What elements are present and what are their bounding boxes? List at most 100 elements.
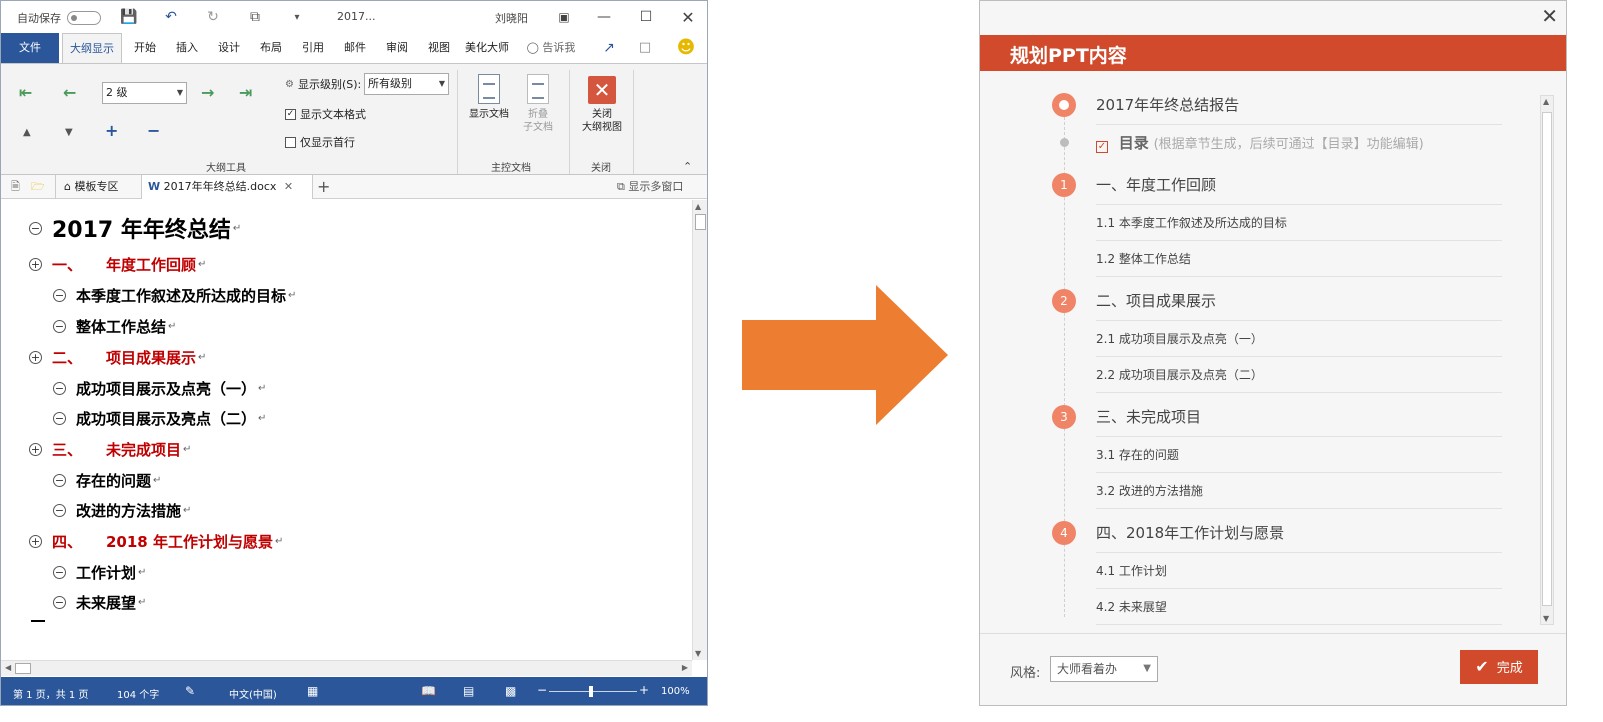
collapse-marker-icon[interactable]: − xyxy=(53,504,66,517)
section-row[interactable]: 四、2018年工作计划与愿景 xyxy=(1096,513,1502,553)
outline-item-heading1[interactable]: + 二、 项目成果展示 ↵ xyxy=(29,347,206,368)
scroll-down-icon[interactable]: ▼ xyxy=(695,649,701,658)
zoom-slider[interactable] xyxy=(549,691,637,692)
zoom-in-icon[interactable]: + xyxy=(639,683,649,697)
tab-home[interactable]: 开始 xyxy=(127,33,163,63)
subsection-row[interactable]: 4.1 工作计划 xyxy=(1096,553,1502,589)
save-icon[interactable]: 💾 xyxy=(120,8,138,26)
section-row[interactable]: 二、项目成果展示 xyxy=(1096,281,1502,321)
expand-marker-icon[interactable]: + xyxy=(29,535,42,548)
collapse-marker-icon[interactable]: − xyxy=(29,221,42,235)
horizontal-scrollbar[interactable]: ◀ ▶ xyxy=(1,660,692,676)
collapse-icon[interactable]: − xyxy=(147,122,160,140)
outline-level-select[interactable]: 2 级 ▼ xyxy=(102,82,187,104)
outline-item-heading1[interactable]: + 一、 年度工作回顾 ↵ xyxy=(29,254,206,275)
tab-mailings[interactable]: 邮件 xyxy=(337,33,373,63)
page-count[interactable]: 第 1 页，共 1 页 xyxy=(13,686,88,701)
tab-references[interactable]: 引用 xyxy=(295,33,331,63)
collapse-marker-icon[interactable]: − xyxy=(53,289,66,302)
outline-item-heading1[interactable]: + 四、 2018 年工作计划与愿景 ↵ xyxy=(29,531,283,552)
redo-icon[interactable]: ↻ xyxy=(204,8,222,26)
tab-template-zone[interactable]: ⌂ 模板专区 xyxy=(55,175,141,199)
expand-marker-icon[interactable]: + xyxy=(29,443,42,456)
tell-me-box[interactable]: ◯ 告诉我 xyxy=(523,33,579,63)
first-line-only-checkbox[interactable]: 仅显示首行 xyxy=(285,134,355,150)
zoom-slider-thumb[interactable] xyxy=(589,686,593,697)
expand-icon[interactable]: + xyxy=(105,122,118,140)
maximize-button[interactable]: ☐ xyxy=(631,5,661,29)
dialog-scrollbar[interactable]: ▲ ▼ xyxy=(1540,95,1554,625)
show-document-button[interactable]: 显示文档 xyxy=(465,74,513,121)
proofing-icon[interactable]: ✎ xyxy=(185,684,195,698)
expand-marker-icon[interactable]: + xyxy=(29,258,42,271)
subsection-row[interactable]: 3.1 存在的问题 xyxy=(1096,437,1502,473)
minimize-button[interactable]: — xyxy=(589,5,619,29)
collapse-marker-icon[interactable]: − xyxy=(53,412,66,425)
customize-toolbar-icon[interactable]: ▾ xyxy=(288,8,306,26)
toc-checkbox[interactable]: ✓ xyxy=(1096,141,1108,153)
subsection-row[interactable]: 2.2 成功项目展示及点亮（二） xyxy=(1096,357,1502,393)
vertical-scrollbar[interactable]: ▲ ▼ xyxy=(692,200,707,660)
tab-insert[interactable]: 插入 xyxy=(169,33,205,63)
outline-item-heading2[interactable]: − 工作计划 ↵ xyxy=(53,562,146,583)
section-row[interactable]: 一、年度工作回顾 xyxy=(1096,165,1502,205)
subsection-row[interactable]: 1.2 整体工作总结 xyxy=(1096,241,1502,277)
tab-design[interactable]: 设计 xyxy=(211,33,247,63)
scroll-thumb[interactable] xyxy=(695,214,706,230)
outline-item-heading2[interactable]: − 未来展望 ↵ xyxy=(53,592,146,613)
promote-icon[interactable]: ← xyxy=(63,84,76,102)
style-select[interactable]: 大师看着办 ▼ xyxy=(1050,656,1158,682)
macro-icon[interactable]: ▦ xyxy=(307,684,318,698)
outline-item-heading2[interactable]: − 整体工作总结 ↵ xyxy=(53,316,176,337)
multi-window-button[interactable]: ⧉ 显示多窗口 xyxy=(617,175,683,199)
read-mode-icon[interactable]: 📖 xyxy=(421,684,436,698)
comment-icon[interactable]: □ xyxy=(635,33,655,63)
layout-icon[interactable]: ⧉ xyxy=(246,8,264,26)
section-row[interactable]: 三、未完成项目 xyxy=(1096,397,1502,437)
promote-to-heading1-icon[interactable]: ⇤ xyxy=(19,84,32,102)
subsection-row[interactable]: 2.1 成功项目展示及点亮（一） xyxy=(1096,321,1502,357)
outline-item-heading2[interactable]: − 成功项目展示及亮点（二） ↵ xyxy=(53,408,266,429)
show-level-select[interactable]: 所有级别 ▼ xyxy=(364,73,449,95)
language-indicator[interactable]: 中文(中国) xyxy=(229,686,277,701)
zoom-level[interactable]: 100% xyxy=(661,686,690,697)
scroll-down-icon[interactable]: ▼ xyxy=(1543,614,1549,623)
print-layout-icon[interactable]: ▤ xyxy=(463,684,474,698)
scroll-up-icon[interactable]: ▲ xyxy=(1543,97,1549,106)
share-icon[interactable]: ↗ xyxy=(599,33,619,63)
collapse-marker-icon[interactable]: − xyxy=(53,566,66,579)
subsection-row[interactable]: 3.2 改进的方法措施 xyxy=(1096,473,1502,509)
demote-to-body-icon[interactable]: ⇥ xyxy=(239,84,252,102)
collapse-subdocuments-button[interactable]: 折叠 子文档 xyxy=(517,74,559,134)
close-outline-view-button[interactable]: ✕ 关闭 大纲视图 xyxy=(577,76,627,134)
tab-beautify[interactable]: 美化大师 xyxy=(463,33,511,63)
tab-layout[interactable]: 布局 xyxy=(253,33,289,63)
tab-document[interactable]: W 2017年年终总结.docx ✕ xyxy=(141,175,313,199)
scroll-up-icon[interactable]: ▲ xyxy=(695,202,701,211)
new-doc-icon[interactable]: 🗎 xyxy=(11,175,20,199)
report-title-row[interactable]: 2017年年终总结报告 xyxy=(1096,85,1502,125)
tab-view[interactable]: 视图 xyxy=(421,33,457,63)
tab-outline[interactable]: 大纲显示 xyxy=(62,33,122,64)
outline-item-heading2[interactable]: − 存在的问题 ↵ xyxy=(53,470,161,491)
scroll-left-icon[interactable]: ◀ xyxy=(5,663,11,672)
ribbon-display-icon[interactable]: ▣ xyxy=(549,5,579,29)
folder-icon[interactable]: 🗁 xyxy=(31,175,45,199)
outline-item-heading1[interactable]: + 三、 未完成项目 ↵ xyxy=(29,439,191,460)
scroll-right-icon[interactable]: ▶ xyxy=(682,663,688,672)
hscroll-thumb[interactable] xyxy=(15,663,31,674)
web-layout-icon[interactable]: ▩ xyxy=(505,684,516,698)
dialog-close-icon[interactable]: ✕ xyxy=(1541,5,1558,27)
expand-marker-icon[interactable]: + xyxy=(29,351,42,364)
collapse-marker-icon[interactable]: − xyxy=(53,320,66,333)
close-tab-icon[interactable]: ✕ xyxy=(284,180,293,193)
outline-item-heading2[interactable]: − 成功项目展示及点亮（一） ↵ xyxy=(53,378,266,399)
zoom-out-icon[interactable]: − xyxy=(537,683,547,697)
smiley-icon[interactable]: ☻ xyxy=(675,33,697,63)
collapse-ribbon-icon[interactable]: ⌃ xyxy=(683,158,692,176)
subsection-row[interactable]: 1.1 本季度工作叙述及所达成的目标 xyxy=(1096,205,1502,241)
move-up-icon[interactable]: ▲ xyxy=(23,124,31,142)
move-down-icon[interactable]: ▼ xyxy=(65,124,73,142)
collapse-marker-icon[interactable]: − xyxy=(53,596,66,609)
tab-review[interactable]: 审阅 xyxy=(379,33,415,63)
